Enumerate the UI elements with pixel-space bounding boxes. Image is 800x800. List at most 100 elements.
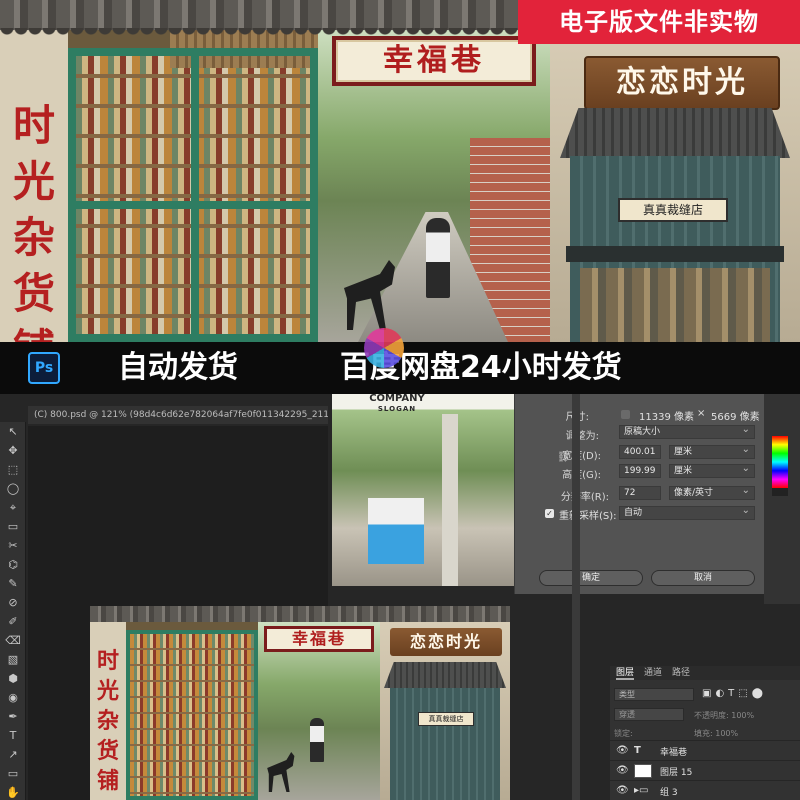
pinwheel-logo-icon bbox=[364, 328, 404, 368]
document-tab[interactable]: (C) 800.psd @ 121% (98d4c6d62e782064af7f… bbox=[28, 406, 328, 424]
visibility-eye-icon[interactable]: 👁 bbox=[616, 745, 629, 756]
image-size-preview[interactable]: COMPANY SLOGAN bbox=[332, 394, 514, 586]
marquee-tool-icon[interactable]: ⬚ bbox=[0, 460, 26, 479]
layer-filter-select[interactable]: 类型 bbox=[614, 688, 694, 701]
resample-select[interactable]: 自动 bbox=[619, 506, 755, 520]
type-tool-icon[interactable]: T bbox=[0, 726, 26, 745]
canvas-shop-nameplate: 真真裁缝店 bbox=[418, 712, 474, 726]
dimensions-times: × bbox=[697, 408, 705, 419]
move-tool-icon[interactable]: ↖ bbox=[0, 422, 26, 441]
alley-sign-text: 幸福巷 bbox=[336, 40, 532, 82]
tab-layers[interactable]: 图层 bbox=[616, 666, 634, 680]
canvas-wooden-sign: 恋恋时光 bbox=[390, 628, 502, 656]
company-slogan: SLOGAN bbox=[362, 404, 432, 414]
dimensions-label: 尺寸: bbox=[533, 408, 589, 423]
company-logo-text: COMPANY bbox=[369, 394, 425, 404]
canvas-image[interactable]: 时 光 杂 货 铺 幸福巷 恋恋时光 真真裁缝店 bbox=[90, 606, 510, 800]
preview-post bbox=[442, 414, 458, 586]
pen-tool-icon[interactable]: ✒ bbox=[0, 707, 26, 726]
alley-panel: 幸福巷 bbox=[318, 28, 550, 342]
fill-field[interactable]: 填充: 100% bbox=[694, 728, 738, 739]
fit-to-select[interactable]: 原稿大小 bbox=[619, 425, 755, 439]
color-spectrum[interactable] bbox=[772, 436, 788, 488]
height-unit-select[interactable]: 厘米 bbox=[669, 464, 755, 478]
height-input[interactable]: 199.99 bbox=[619, 464, 661, 478]
layer-row[interactable]: 👁 图层 15 bbox=[610, 760, 800, 780]
canvas-shelves bbox=[126, 630, 258, 800]
hand-tool-icon[interactable]: ✋ bbox=[0, 783, 26, 800]
width-unit-select[interactable]: 厘米 bbox=[669, 445, 755, 459]
shop-window bbox=[580, 268, 770, 342]
canvas-grocery-title-char: 货 bbox=[93, 736, 123, 766]
crop-tool-icon[interactable]: ▭ bbox=[0, 517, 26, 536]
canvas-running-child bbox=[310, 718, 324, 762]
resample-checkbox[interactable]: ✓ bbox=[545, 509, 554, 518]
image-size-dialog: 尺寸: 11339 像素 × 5669 像素 调整为: 原稿大小 ⛓ 宽度(D)… bbox=[514, 394, 764, 594]
artboard-tool-icon[interactable]: ✥ bbox=[0, 441, 26, 460]
tailor-shop-panel: 恋恋时光 真真裁缝店 bbox=[550, 28, 800, 342]
canvas-alley-panel: 幸福巷 bbox=[258, 622, 380, 800]
eyedropper-tool-icon[interactable]: ⌬ bbox=[0, 555, 26, 574]
eraser-tool-icon[interactable]: ⌫ bbox=[0, 631, 26, 650]
layer-name: 组 3 bbox=[660, 785, 678, 798]
wooden-sign: 恋恋时光 bbox=[584, 56, 780, 110]
lock-label: 锁定: bbox=[614, 728, 633, 739]
lasso-tool-icon[interactable]: ◯ bbox=[0, 479, 26, 498]
tools-panel: ↖ ✥ ⬚ ◯ ⌖ ▭ ✂ ⌬ ✎ ⊘ ✐ ⌫ ▧ ⬢ ◉ ✒ T ↗ ▭ ✋ bbox=[0, 422, 26, 800]
dimensions-height: 5669 像素 bbox=[711, 408, 760, 423]
gradient-tool-icon[interactable]: ▧ bbox=[0, 650, 26, 669]
canvas-grocery-title-char: 杂 bbox=[93, 706, 123, 736]
tab-paths[interactable]: 路径 bbox=[672, 666, 690, 680]
folder-icon: ▸▭ bbox=[634, 784, 652, 798]
layer-filter-icons[interactable]: ▣◐T⬚⬤ bbox=[702, 688, 767, 699]
promo-banner: 时 光 杂 货 铺 幸福巷 恋恋时光 真真裁缝店 bbox=[0, 0, 800, 342]
cancel-button[interactable]: 取消 bbox=[651, 570, 755, 586]
wooden-sign-text: 恋恋时光 bbox=[586, 58, 778, 108]
tab-channels[interactable]: 通道 bbox=[644, 666, 662, 680]
shop-awning bbox=[566, 246, 784, 262]
alley-sign: 幸福巷 bbox=[332, 36, 536, 86]
resolution-label: 分辨率(R): bbox=[559, 488, 609, 503]
canvas-grocery-title-char: 时 bbox=[93, 646, 123, 676]
layer-row[interactable]: 👁 ▸▭ 组 3 bbox=[610, 780, 800, 800]
width-input[interactable]: 400.01 bbox=[619, 445, 661, 459]
grocery-title-char: 货 bbox=[8, 266, 60, 322]
rectangle-tool-icon[interactable]: ▭ bbox=[0, 764, 26, 783]
opacity-field[interactable]: 不透明度: 100% bbox=[694, 710, 754, 721]
panel-divider bbox=[572, 394, 580, 800]
canvas-grocery-title-char: 光 bbox=[93, 676, 123, 706]
canvas-grocery-title-char: 铺 bbox=[93, 766, 123, 796]
layer-thumbnail bbox=[634, 764, 652, 778]
layer-name: 幸福巷 bbox=[660, 745, 687, 758]
layers-tabbar: 图层 通道 路径 bbox=[610, 666, 800, 680]
color-black-swatch[interactable] bbox=[772, 488, 788, 496]
running-child bbox=[426, 218, 450, 298]
shop-nameplate: 真真裁缝店 bbox=[618, 198, 728, 222]
grocery-title-char: 铺 bbox=[8, 322, 60, 342]
blend-mode-select[interactable]: 穿透 bbox=[614, 708, 684, 721]
dimensions-toggle-icon[interactable] bbox=[621, 410, 630, 419]
quick-select-tool-icon[interactable]: ⌖ bbox=[0, 498, 26, 517]
photoshop-workspace: (C) 800.psd @ 121% (98d4c6d62e782064af7f… bbox=[0, 394, 800, 800]
canvas-grocery-panel: 时 光 杂 货 铺 bbox=[90, 622, 258, 800]
slice-tool-icon[interactable]: ✂ bbox=[0, 536, 26, 555]
canvas-shop-facade bbox=[390, 688, 500, 800]
brush-tool-icon[interactable]: ⊘ bbox=[0, 593, 26, 612]
ok-button[interactable]: 确定 bbox=[539, 570, 643, 586]
photoshop-logo-icon: Ps bbox=[28, 352, 60, 384]
screenshot-root: 时 光 杂 货 铺 幸福巷 恋恋时光 真真裁缝店 bbox=[0, 0, 800, 800]
resolution-unit-select[interactable]: 像素/英寸 bbox=[669, 486, 755, 500]
clone-stamp-tool-icon[interactable]: ✐ bbox=[0, 612, 26, 631]
healing-brush-tool-icon[interactable]: ✎ bbox=[0, 574, 26, 593]
visibility-eye-icon[interactable]: 👁 bbox=[616, 785, 629, 796]
visibility-eye-icon[interactable]: 👁 bbox=[616, 765, 629, 776]
blur-tool-icon[interactable]: ⬢ bbox=[0, 669, 26, 688]
auto-delivery-text: 自动发货 bbox=[118, 348, 238, 388]
path-select-tool-icon[interactable]: ↗ bbox=[0, 745, 26, 764]
resolution-input[interactable]: 72 bbox=[619, 486, 661, 500]
dodge-tool-icon[interactable]: ◉ bbox=[0, 688, 26, 707]
canvas-shop-roof bbox=[384, 662, 506, 688]
canvas-grocery-title: 时 光 杂 货 铺 bbox=[93, 646, 123, 796]
layer-row[interactable]: 👁 T 幸福巷 bbox=[610, 740, 800, 760]
canvas-alley-sign: 幸福巷 bbox=[264, 626, 374, 652]
